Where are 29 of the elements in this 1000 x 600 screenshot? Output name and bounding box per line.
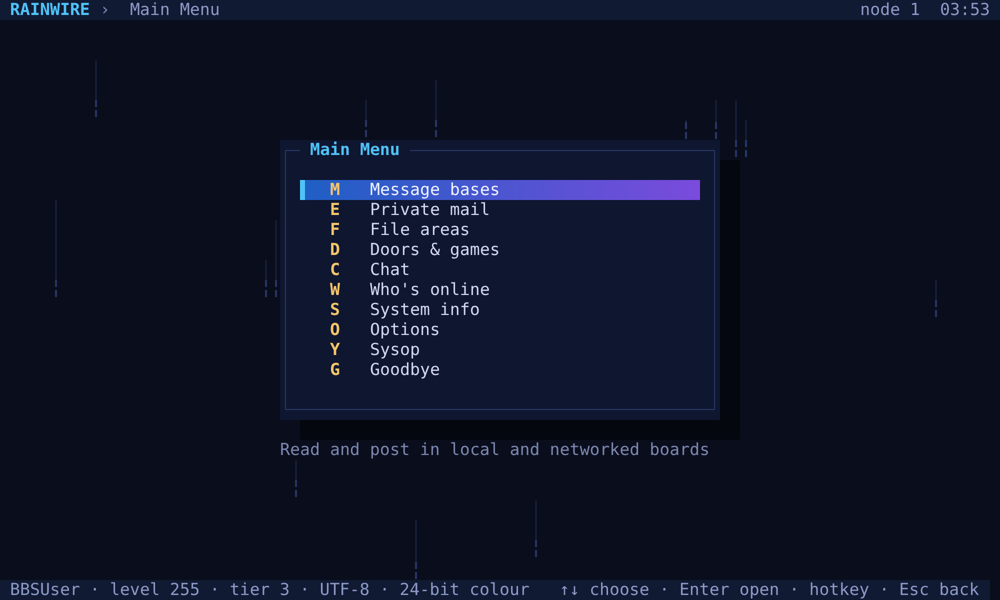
menu-item[interactable]: C Chat [300,260,700,280]
node-label: node 1 [860,0,920,20]
menu-item[interactable]: D Doors & games [300,240,700,260]
hotkey-letter: D [330,240,341,260]
clock-time: 03:53 [940,0,990,20]
hotkey-letter: O [330,320,341,340]
hotkey-letter: M [330,180,341,200]
session-info: BBSUser · level 255 · tier 3 · UTF-8 · 24-bit colour [10,580,530,600]
hotkey-letter: F [330,220,341,240]
menu-title: Main Menu [309,140,401,160]
breadcrumb-separator: › [100,0,110,20]
hotkey-letter: C [330,260,341,280]
hotkey-letter: G [330,360,341,380]
item-description: Read and post in local and networked boards [280,440,711,460]
hotkey-letter: Y [330,340,341,360]
menu-item[interactable]: O Options [300,320,700,340]
menu-item[interactable]: M Message bases [300,180,700,200]
menu-item[interactable]: F File areas [300,220,700,240]
hotkey-letter: W [330,280,341,300]
hotkey-letter: E [330,200,341,220]
brand-name: RAINWIRE [10,0,90,20]
hotkey-letter: S [330,300,341,320]
breadcrumb-current: Main Menu [130,0,220,20]
menu-item[interactable]: G Goodbye [300,360,700,380]
key-hints: ↑↓ choose · Enter open · hotkey · Esc back [560,580,980,600]
menu-item[interactable]: E Private mail [300,200,700,220]
menu-item[interactable]: S System info [300,300,700,320]
menu-item[interactable]: W Who's online [300,280,700,300]
menu-item[interactable]: Y Sysop [300,340,700,360]
